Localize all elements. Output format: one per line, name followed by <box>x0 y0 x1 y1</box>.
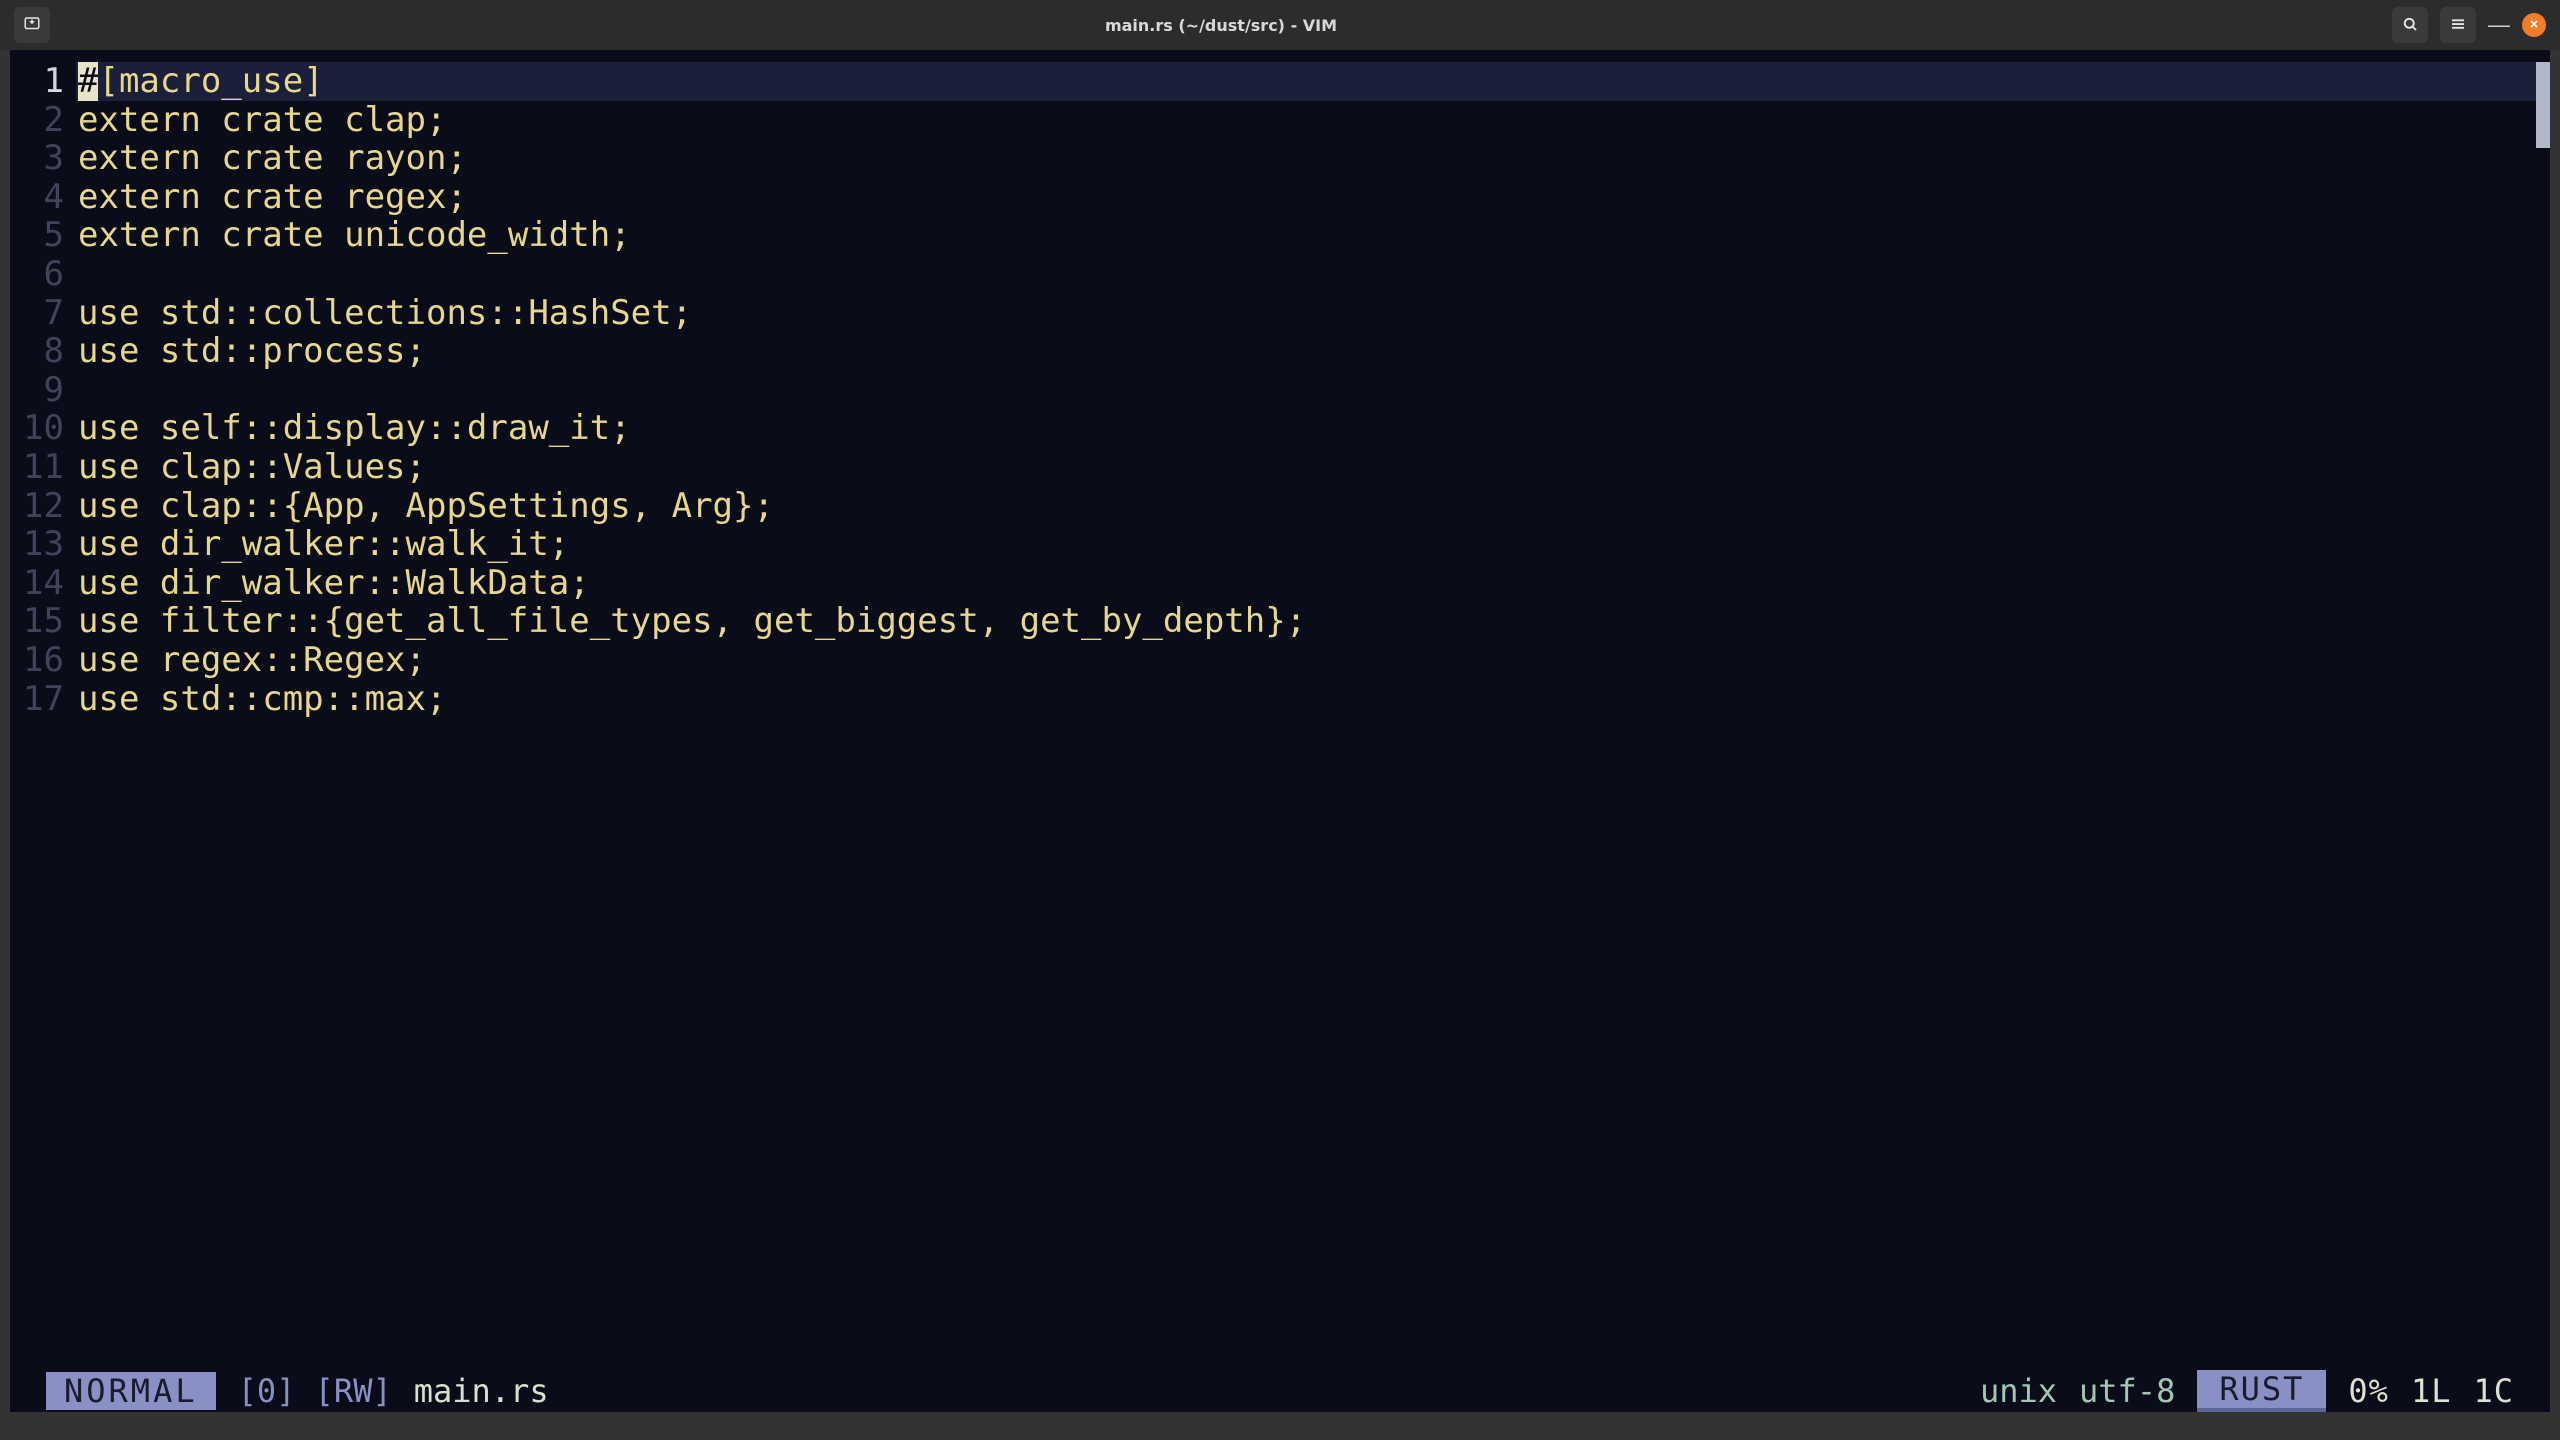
code-line[interactable]: use std::process; <box>78 332 2550 371</box>
status-col: 1C <box>2473 1372 2514 1411</box>
scrollbar-track[interactable] <box>2536 50 2550 1412</box>
status-flags: [0] [RW] <box>238 1372 392 1411</box>
code-line[interactable]: #[macro_use] <box>76 62 2550 101</box>
hamburger-icon <box>2449 15 2467 36</box>
close-button[interactable] <box>2522 13 2546 37</box>
scrollbar-thumb[interactable] <box>2536 62 2550 148</box>
status-encoding: utf-8 <box>2079 1372 2175 1411</box>
code-line[interactable]: use dir_walker::WalkData; <box>78 564 2550 603</box>
terminal-plus-icon <box>23 15 41 36</box>
status-language: RUST <box>2197 1370 2326 1412</box>
window-title: main.rs (~/dust/src) - VIM <box>50 16 2392 35</box>
code-line[interactable]: extern crate clap; <box>78 101 2550 140</box>
minimize-icon: — <box>2488 12 2510 37</box>
cursor: # <box>78 62 98 101</box>
terminal-frame: 1234567891011121314151617 #[macro_use]ex… <box>0 50 2560 1440</box>
code-line[interactable]: use clap::Values; <box>78 448 2550 487</box>
search-icon <box>2401 15 2419 36</box>
code-line[interactable] <box>78 255 2550 294</box>
line-number: 17 <box>10 680 64 719</box>
code-line[interactable]: extern crate rayon; <box>78 139 2550 178</box>
editor-viewport[interactable]: 1234567891011121314151617 #[macro_use]ex… <box>10 50 2550 1412</box>
code-line[interactable]: extern crate unicode_width; <box>78 216 2550 255</box>
vim-statusline: NORMAL [0] [RW] main.rs unix utf-8 RUST … <box>10 1370 2550 1412</box>
code-line[interactable]: use std::collections::HashSet; <box>78 294 2550 333</box>
minimize-button[interactable]: — <box>2488 14 2510 36</box>
code-line[interactable]: use filter::{get_all_file_types, get_big… <box>78 602 2550 641</box>
line-number: 8 <box>10 332 64 371</box>
line-number: 1 <box>10 62 64 101</box>
code-line[interactable]: use std::cmp::max; <box>78 680 2550 719</box>
code-line[interactable]: use self::display::draw_it; <box>78 409 2550 448</box>
line-number: 4 <box>10 178 64 217</box>
line-number: 11 <box>10 448 64 487</box>
line-number: 13 <box>10 525 64 564</box>
line-number: 6 <box>10 255 64 294</box>
line-number: 14 <box>10 564 64 603</box>
code-content[interactable]: #[macro_use]extern crate clap;extern cra… <box>78 50 2550 1370</box>
status-line: 1L <box>2411 1372 2452 1411</box>
line-number: 12 <box>10 487 64 526</box>
menu-button[interactable] <box>2440 7 2476 43</box>
line-number: 2 <box>10 101 64 140</box>
line-number: 15 <box>10 602 64 641</box>
status-filename: main.rs <box>414 1372 549 1411</box>
status-percent: 0% <box>2348 1372 2389 1411</box>
code-line[interactable] <box>78 371 2550 410</box>
code-line[interactable]: use clap::{App, AppSettings, Arg}; <box>78 487 2550 526</box>
line-number: 16 <box>10 641 64 680</box>
code-line[interactable]: use dir_walker::walk_it; <box>78 525 2550 564</box>
new-terminal-button[interactable] <box>14 7 50 43</box>
line-number: 9 <box>10 371 64 410</box>
code-line[interactable]: extern crate regex; <box>78 178 2550 217</box>
status-fileformat: unix <box>1980 1372 2057 1411</box>
code-line[interactable]: use regex::Regex; <box>78 641 2550 680</box>
search-button[interactable] <box>2392 7 2428 43</box>
vim-mode-indicator: NORMAL <box>46 1372 216 1411</box>
line-number: 3 <box>10 139 64 178</box>
line-number: 10 <box>10 409 64 448</box>
line-number: 5 <box>10 216 64 255</box>
line-number: 7 <box>10 294 64 333</box>
window-titlebar: main.rs (~/dust/src) - VIM — <box>0 0 2560 50</box>
line-number-gutter: 1234567891011121314151617 <box>10 50 78 1370</box>
close-icon <box>2528 17 2540 33</box>
